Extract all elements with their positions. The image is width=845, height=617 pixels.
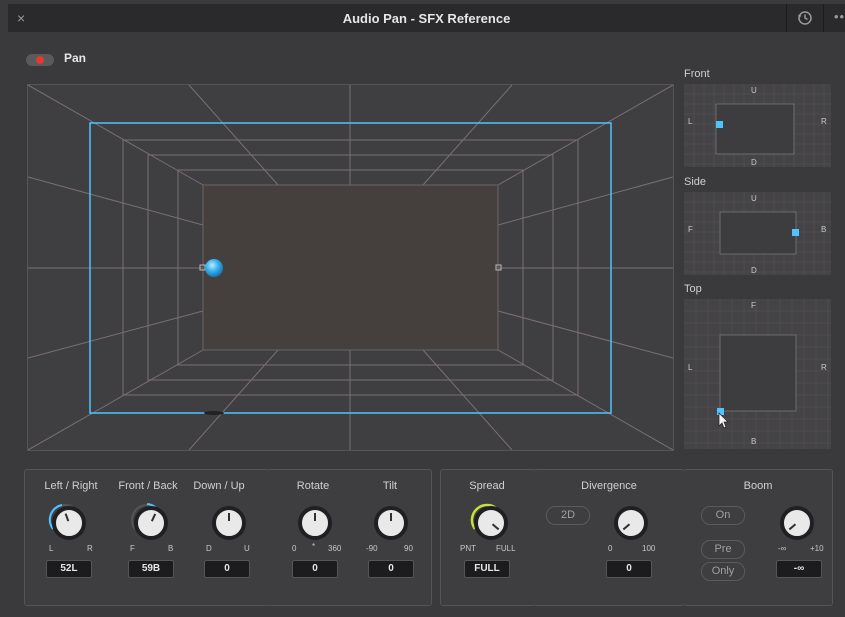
boom-min: -∞ bbox=[778, 544, 787, 553]
tilt-knob[interactable] bbox=[374, 506, 408, 540]
tilt-value[interactable]: 0 bbox=[368, 560, 414, 578]
front-back-value[interactable]: 59B bbox=[128, 560, 174, 578]
top-left-tick: L bbox=[688, 363, 693, 372]
front-left-tick: L bbox=[688, 117, 693, 126]
front-right-tick: R bbox=[821, 117, 827, 126]
rotate-knob[interactable] bbox=[298, 506, 332, 540]
divergence-knob[interactable] bbox=[614, 506, 648, 540]
divergence-label: Divergence bbox=[581, 480, 637, 492]
top-top-tick: F bbox=[751, 301, 756, 310]
left-right-value[interactable]: 52L bbox=[46, 560, 92, 578]
boom-only-button[interactable]: Only bbox=[701, 562, 745, 581]
pan-3d-view[interactable] bbox=[27, 84, 674, 451]
front-view[interactable] bbox=[684, 84, 831, 167]
divergence-value[interactable]: 0 bbox=[606, 560, 652, 578]
side-view-label: Side bbox=[684, 176, 707, 188]
down-up-value[interactable]: 0 bbox=[204, 560, 250, 578]
boom-label: Boom bbox=[743, 480, 773, 492]
boom-on-button[interactable]: On bbox=[701, 506, 745, 525]
rotate-value[interactable]: 0 bbox=[292, 560, 338, 578]
divergence-max: 100 bbox=[642, 544, 656, 553]
boom-value[interactable]: -∞ bbox=[776, 560, 822, 578]
down-up-label: Down / Up bbox=[193, 480, 245, 492]
rotate-max: 360 bbox=[328, 544, 342, 553]
front-top-tick: U bbox=[751, 86, 757, 95]
left-right-knob[interactable] bbox=[52, 506, 86, 540]
front-back-label: Front / Back bbox=[118, 480, 178, 492]
down-up-min: D bbox=[206, 544, 212, 553]
spread-max: FULL bbox=[496, 544, 516, 553]
spread-min: PNT bbox=[460, 544, 476, 553]
more-options-icon[interactable]: ••• bbox=[834, 9, 845, 24]
side-top-tick: U bbox=[751, 194, 757, 203]
top-view[interactable] bbox=[684, 299, 831, 449]
left-right-min: L bbox=[49, 544, 54, 553]
left-right-max: R bbox=[87, 544, 93, 553]
sound-source-puck bbox=[205, 259, 223, 277]
pan-enabled-indicator bbox=[36, 56, 44, 64]
pan-label: Pan bbox=[64, 51, 87, 65]
divider bbox=[823, 4, 824, 32]
front-view-label: Front bbox=[684, 68, 710, 80]
top-view-label: Top bbox=[684, 283, 702, 295]
boom-pre-button[interactable]: Pre bbox=[701, 540, 745, 559]
front-back-knob[interactable] bbox=[134, 506, 168, 540]
tilt-label: Tilt bbox=[382, 480, 398, 492]
pan-toggle[interactable] bbox=[26, 54, 54, 66]
side-view[interactable] bbox=[684, 192, 831, 275]
front-bottom-tick: D bbox=[751, 158, 757, 167]
rotate-mid: * bbox=[312, 542, 316, 551]
top-bottom-tick: B bbox=[751, 437, 757, 446]
boom-knob[interactable] bbox=[780, 506, 814, 540]
divider bbox=[786, 4, 787, 32]
down-up-knob[interactable] bbox=[212, 506, 246, 540]
divergence-min: 0 bbox=[608, 544, 613, 553]
tilt-min: -90 bbox=[366, 544, 378, 553]
front-back-min: F bbox=[130, 544, 135, 553]
side-right-tick: B bbox=[821, 225, 827, 234]
history-icon[interactable] bbox=[796, 9, 814, 27]
down-up-max: U bbox=[244, 544, 250, 553]
window-title: Audio Pan - SFX Reference bbox=[342, 11, 511, 26]
mouse-cursor-icon bbox=[718, 412, 729, 429]
front-back-max: B bbox=[168, 544, 174, 553]
pan-panel: Pan Front U D L R Side U D F B Top F B L… bbox=[8, 32, 845, 617]
rotate-label: Rotate bbox=[296, 480, 330, 492]
spread-knob[interactable] bbox=[474, 506, 508, 540]
top-right-tick: R bbox=[821, 363, 827, 372]
side-bottom-tick: D bbox=[751, 266, 757, 275]
tilt-max: 90 bbox=[404, 544, 413, 553]
side-left-tick: F bbox=[688, 225, 693, 234]
boom-max: +10 bbox=[810, 544, 824, 553]
spread-label: Spread bbox=[469, 480, 505, 492]
spread-value[interactable]: FULL bbox=[464, 560, 510, 578]
rotate-min: 0 bbox=[292, 544, 297, 553]
title-bar: × Audio Pan - SFX Reference ••• bbox=[8, 4, 845, 33]
divergence-2d-button[interactable]: 2D bbox=[546, 506, 590, 525]
left-right-label: Left / Right bbox=[44, 480, 98, 492]
